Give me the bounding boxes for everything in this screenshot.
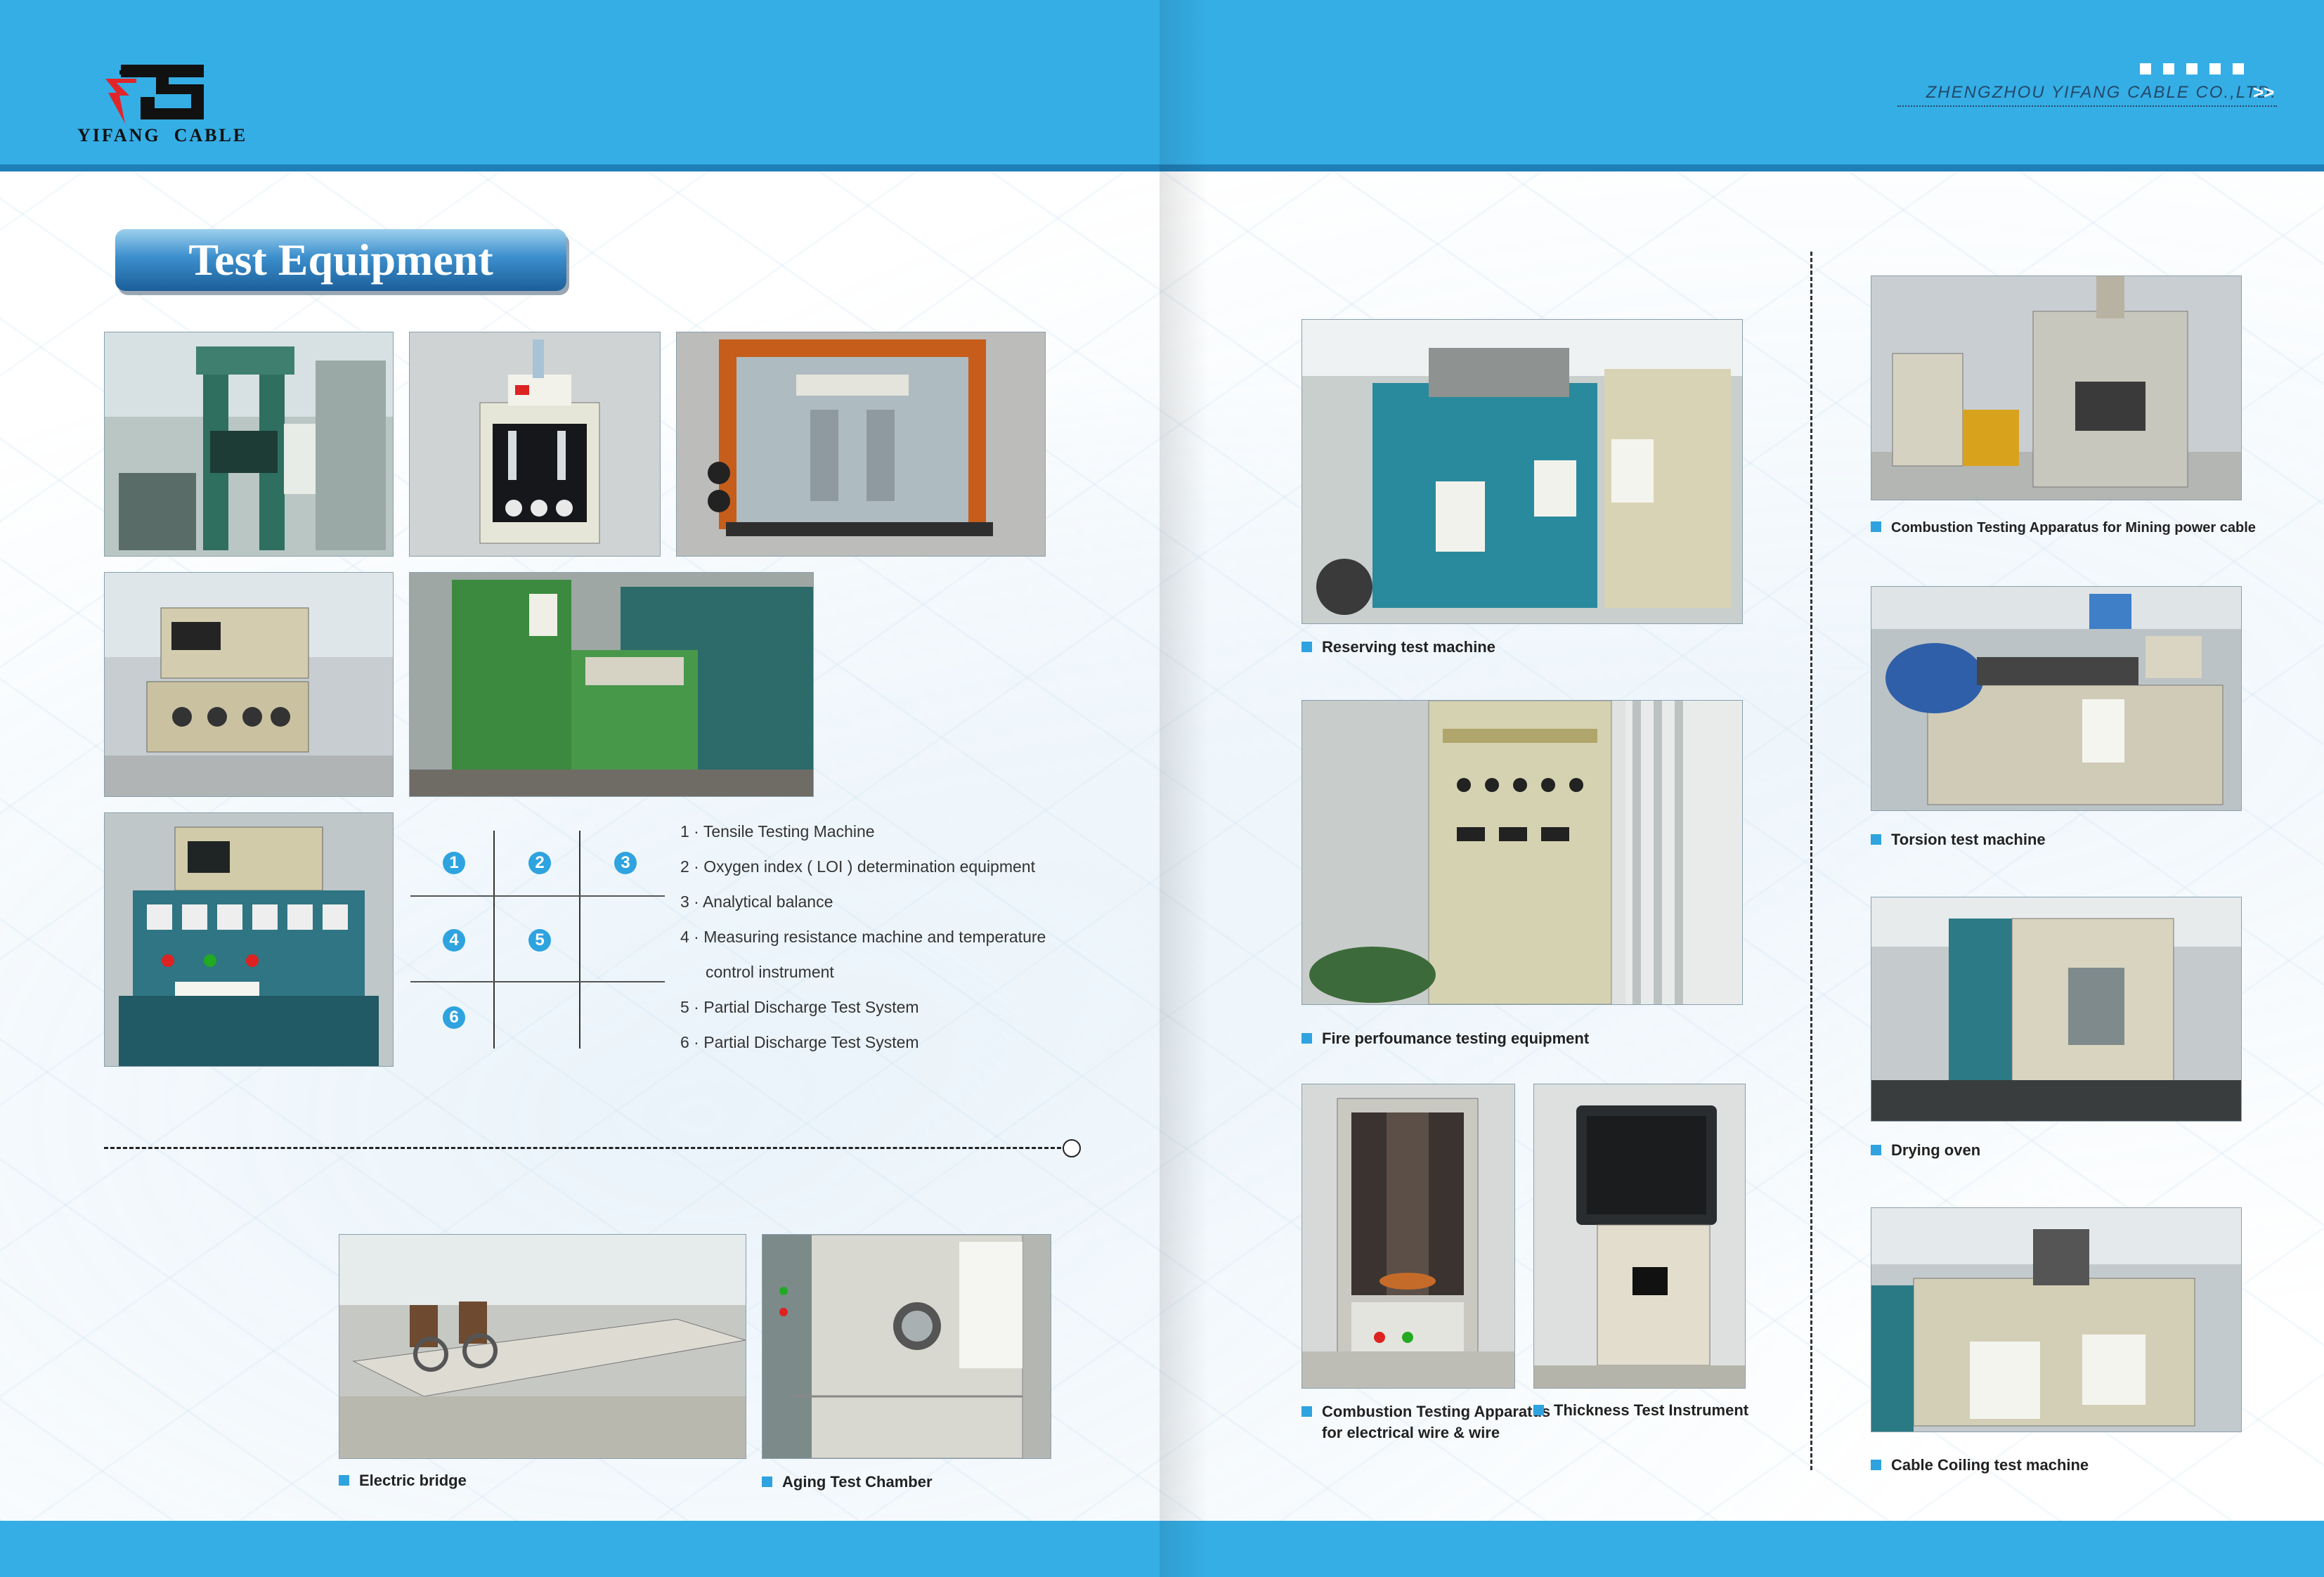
equipment-list-item: 2 · Oxygen index ( LOI ) determination e…: [680, 857, 1035, 876]
photo-tensile-testing-machine: [104, 332, 394, 557]
photo-electric-bridge: [339, 1234, 746, 1459]
equipment-list-item: control instrument: [706, 963, 834, 981]
caption-torsion-test-machine: Torsion test machine: [1871, 831, 2046, 849]
photo-drying-oven: [1871, 897, 2242, 1122]
equipment-list-item: 6 · Partial Discharge Test System: [680, 1033, 919, 1051]
arrows-glyph: >>: [2253, 82, 2275, 103]
bullet-square-icon: [1871, 833, 1881, 845]
grid-number-6: 6: [443, 1006, 465, 1029]
logo-text: YIFANG CABLE: [77, 125, 248, 145]
bullet-square-icon: [1533, 1404, 1544, 1415]
grid-number-3: 3: [614, 852, 637, 874]
bullet-square-icon: [1301, 1032, 1312, 1044]
grid-number-5: 5: [528, 929, 551, 952]
bullet-square-icon: [1301, 641, 1312, 652]
caption-combustion-apparatus-wire: Combustion Testing Apparatus for electri…: [1301, 1401, 1550, 1443]
divider-end-circle: [1063, 1139, 1081, 1157]
photo-thickness-test-instrument: [1533, 1084, 1746, 1389]
photo-resistance-measuring-machine: [104, 572, 394, 797]
caption-cable-coiling-machine: Cable Coiling test machine: [1871, 1456, 2089, 1474]
caption-aging-test-chamber: Aging Test Chamber: [762, 1473, 933, 1491]
company-name: ZHENGZHOU YIFANG CABLE CO.,LTD.: [1897, 83, 2277, 107]
section-divider: [104, 1147, 1061, 1149]
photo-analytical-balance: [676, 332, 1046, 557]
caption-drying-oven: Drying oven: [1871, 1141, 1980, 1160]
photo-cable-coiling-machine: [1871, 1207, 2242, 1432]
title-banner: Test Equipment: [115, 229, 566, 291]
bullet-square-icon: [1871, 1144, 1881, 1155]
page-spine-shadow: [1160, 0, 1209, 1577]
header-dots: [2140, 63, 2252, 76]
logo-mark-icon: [105, 65, 204, 124]
photo-reserving-test-machine: [1301, 319, 1743, 624]
grid-divider: [410, 895, 665, 897]
photo-partial-discharge-system: [409, 572, 814, 797]
equipment-list-item: 3 · Analytical balance: [680, 893, 833, 911]
photo-partial-discharge-console: [104, 812, 394, 1067]
photo-torsion-test-machine: [1871, 586, 2242, 811]
grid-number-2: 2: [528, 852, 551, 874]
page-title: Test Equipment: [188, 235, 493, 285]
photo-aging-test-chamber: [762, 1234, 1051, 1459]
photo-oxygen-index-equipment: [409, 332, 661, 557]
bullet-square-icon: [1301, 1406, 1312, 1417]
equipment-list-item: 1 · Tensile Testing Machine: [680, 822, 875, 841]
equipment-list-item: 5 · Partial Discharge Test System: [680, 998, 919, 1016]
grid-divider: [493, 831, 495, 1049]
column-divider: [1810, 252, 1812, 1470]
caption-reserving-test-machine: Reserving test machine: [1301, 638, 1495, 656]
caption-combustion-apparatus-mining: Combustion Testing Apparatus for Mining …: [1871, 520, 2256, 536]
grid-divider: [410, 981, 665, 982]
grid-number-4: 4: [443, 929, 465, 952]
bullet-square-icon: [1871, 1459, 1881, 1470]
photo-combustion-apparatus-mining: [1871, 275, 2242, 500]
photo-combustion-apparatus-wire: [1301, 1084, 1515, 1389]
grid-number-1: 1: [443, 852, 465, 874]
bullet-square-icon: [1871, 521, 1881, 533]
brand-logo: YIFANG CABLE: [77, 49, 248, 148]
photo-fire-performance-equipment: [1301, 700, 1743, 1005]
caption-thickness-test-instrument: Thickness Test Instrument: [1533, 1401, 1748, 1420]
caption-electric-bridge: Electric bridge: [339, 1472, 467, 1490]
caption-fire-performance-equipment: Fire perfoumance testing equipment: [1301, 1030, 1589, 1048]
equipment-list-item: 4 · Measuring resistance machine and tem…: [680, 928, 1046, 946]
bullet-square-icon: [762, 1476, 772, 1487]
grid-divider: [579, 831, 580, 1049]
bullet-square-icon: [339, 1474, 349, 1486]
